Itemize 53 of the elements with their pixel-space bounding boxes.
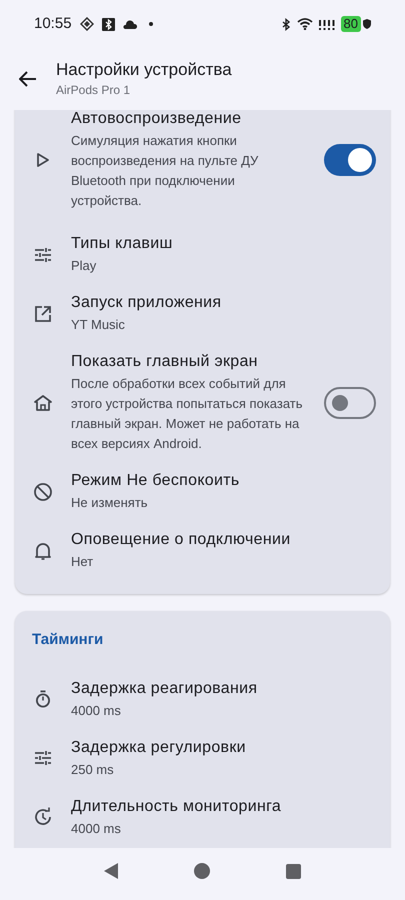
cloud-icon [122, 20, 137, 28]
back-arrow-icon [19, 71, 37, 87]
sliders-icon [33, 748, 53, 768]
settings-row[interactable]: Запуск приложения YT Music [15, 284, 390, 343]
settings-row[interactable]: Задержка регулировки 250 ms [15, 728, 390, 788]
wifi-icon [296, 18, 313, 30]
setting-summary: Нет [71, 553, 94, 571]
setting-title: Типы клавиш [71, 234, 174, 254]
status-time: 10:55 [34, 14, 72, 34]
setting-summary: YT Music [71, 316, 126, 334]
diamond-icon [80, 17, 94, 31]
timer-icon [33, 689, 53, 709]
setting-title: Длительность мониторинга [71, 796, 282, 816]
setting-summary: 250 ms [71, 760, 115, 778]
screen-subtitle: AirPods Pro 1 [56, 82, 132, 99]
setting-summary: 4000 ms [71, 820, 122, 838]
open-external-icon [33, 304, 53, 324]
settings-row[interactable]: Задержка реагирования 4000 ms [15, 670, 390, 728]
back-nav-icon [104, 863, 118, 879]
setting-summary: 4000 ms [71, 702, 122, 720]
setting-summary: Не изменять [71, 494, 149, 512]
setting-title: Режим Не беспокоить [71, 471, 240, 491]
settings-row[interactable]: Автовоспроизведение Симуляция нажатия кнопки воспроизведения на пульте ДУ Bluetooth при подключении устройства. [15, 110, 390, 225]
setting-title: Автовоспроизведение [71, 110, 242, 129]
bell-icon [33, 540, 53, 560]
setting-title: Показать главный экран [71, 352, 259, 372]
settings-row[interactable]: Типы клавиш Play [15, 225, 390, 284]
settings-row[interactable]: Показать главный экран После обработки всех событий для этого устройства попытаться показать главный экран. Может не работать на всех версиях Android. [15, 343, 390, 462]
toggle-switch[interactable] [324, 386, 376, 418]
section-header: Тайминги [31, 630, 104, 650]
bluetooth-box-icon [102, 18, 115, 30]
settings-row[interactable]: Оповещение о подключении Нет [15, 521, 390, 580]
shield-icon [363, 19, 371, 29]
setting-title: Запуск приложения [71, 293, 222, 313]
home-icon [33, 392, 53, 412]
signal-icon [318, 18, 335, 30]
toggle-switch[interactable] [324, 144, 376, 176]
block-icon [33, 482, 53, 502]
recents-nav-icon [286, 864, 301, 878]
battery-level: 80 [340, 16, 361, 32]
setting-title: Задержка реагирования [71, 678, 258, 698]
setting-title: Задержка регулировки [71, 738, 247, 758]
setting-summary: После обработки всех событий для этого устройства попытаться показать главный экран. Может не работать на всех версиях Android. [71, 375, 304, 453]
bluetooth-icon [280, 18, 291, 30]
screen-title: Настройки устройства [56, 59, 232, 81]
home-nav-icon [194, 863, 210, 879]
settings-row[interactable]: Длительность мониторинга 4000 ms [15, 788, 390, 846]
dot-icon [148, 22, 153, 26]
setting-summary: Симуляция нажатия кнопки воспроизведения на пульте ДУ Bluetooth при подключении устройства. [71, 132, 260, 210]
clock-refresh-icon [33, 807, 53, 827]
setting-summary: Play [71, 257, 98, 275]
settings-row[interactable]: Режим Не беспокоить Не изменять [15, 462, 390, 521]
setting-title: Оповещение о подключении [71, 530, 292, 550]
